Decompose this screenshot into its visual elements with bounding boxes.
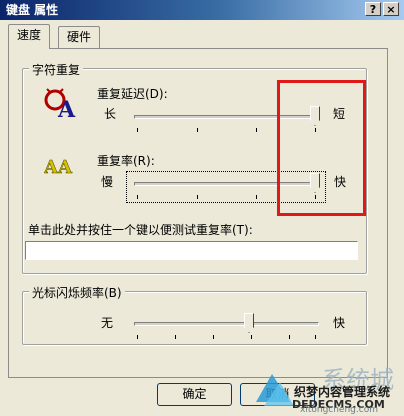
tick — [137, 335, 138, 339]
tick — [137, 128, 138, 132]
cursor-blink-legend: 光标闪烁频率(B) — [29, 284, 125, 301]
cursor-blink-fast-label: 快 — [333, 316, 346, 330]
ok-button[interactable]: 确定 — [157, 383, 232, 406]
cursor-blink-track — [134, 322, 319, 326]
cursor-blink-none-label: 无 — [101, 316, 114, 330]
tick — [197, 195, 198, 199]
svg-text:A: A — [57, 157, 73, 177]
help-button[interactable]: ? — [365, 2, 381, 16]
repeat-delay-long-label: 长 — [104, 107, 117, 121]
tick — [256, 195, 257, 199]
help-icon: ? — [369, 3, 377, 16]
title-bar: 键盘 属性 ? × — [0, 0, 404, 20]
repeat-test-label: 单击此处并按住一个键以便测试重复率(T): — [28, 223, 253, 237]
repeat-delay-label: 重复延迟(D): — [97, 87, 168, 101]
watermark-logo-icon — [256, 374, 294, 406]
tick — [315, 335, 316, 339]
tick — [289, 335, 290, 339]
watermark-site: xitongcheng.com — [300, 405, 378, 415]
tick — [256, 128, 257, 132]
tick — [213, 335, 214, 339]
repeat-test-input[interactable] — [25, 241, 358, 260]
close-button[interactable]: × — [383, 2, 399, 16]
highlight-rectangle — [277, 80, 366, 216]
repeat-rate-slow-label: 慢 — [101, 175, 114, 189]
svg-text:A: A — [44, 157, 59, 177]
tick — [137, 195, 138, 199]
svg-text:A: A — [57, 97, 76, 120]
tick — [197, 128, 198, 132]
repeat-delay-icon: A — [44, 88, 76, 120]
character-repeat-legend: 字符重复 — [29, 61, 84, 78]
repeat-rate-label: 重复率(R): — [97, 154, 155, 168]
close-icon: × — [386, 3, 396, 16]
tick — [251, 335, 252, 339]
repeat-rate-icon: A A — [44, 157, 73, 177]
tick — [175, 335, 176, 339]
tab-hardware[interactable]: 硬件 — [58, 26, 101, 48]
window-title: 键盘 属性 — [6, 3, 59, 17]
tab-speed[interactable]: 速度 — [8, 24, 51, 49]
